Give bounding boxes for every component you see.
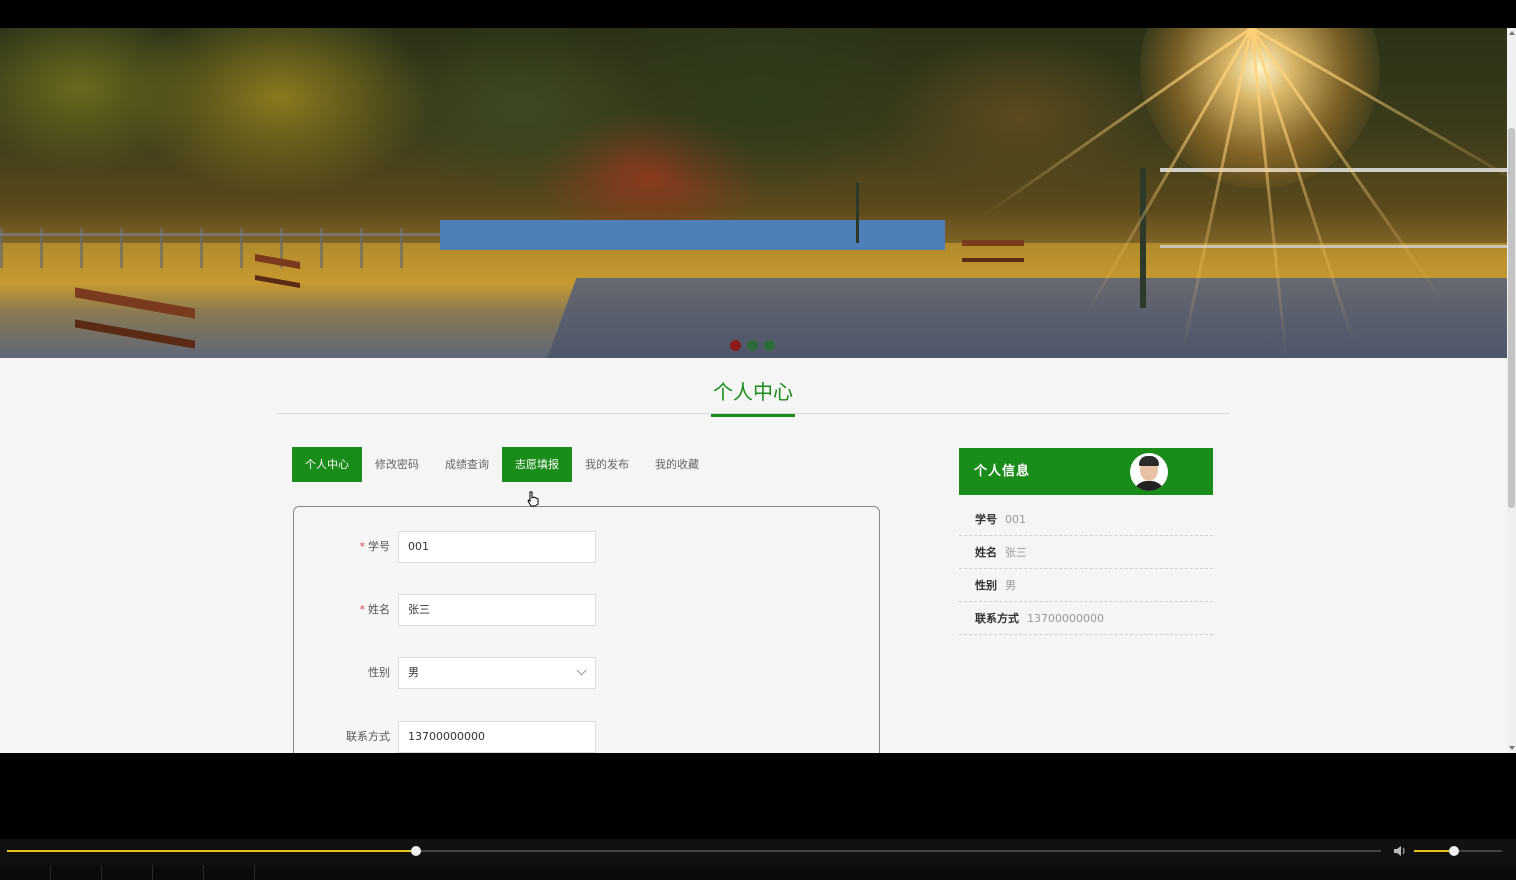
scroll-down-icon[interactable] <box>1509 746 1515 750</box>
taskbar-slot[interactable] <box>102 865 153 880</box>
taskbar-slot[interactable] <box>204 865 255 880</box>
info-row-phone: 联系方式 13700000000 <box>959 602 1213 635</box>
info-row-student-id: 学号 001 <box>959 503 1213 536</box>
volume-fill <box>1414 850 1454 852</box>
taskbar-slot[interactable] <box>0 865 51 880</box>
gender-label: 性别 <box>368 666 390 679</box>
tab-application[interactable]: 志愿填报 <box>502 447 572 482</box>
carousel-indicators <box>730 340 775 351</box>
name-field[interactable]: 张三 <box>398 594 596 626</box>
form-row-gender: 性别 男 <box>294 657 879 689</box>
profile-form: * 学号 001 * 姓名 张三 性别 男 联系方式 13700000000 <box>293 506 880 753</box>
carousel-dot[interactable] <box>730 340 741 351</box>
banner-carousel[interactable] <box>0 28 1507 358</box>
required-mark: * <box>359 540 366 553</box>
form-row-student-id: * 学号 001 <box>294 531 879 563</box>
speaker-icon[interactable] <box>1393 845 1407 857</box>
required-mark: * <box>359 603 366 616</box>
gender-select-value: 男 <box>408 666 419 679</box>
name-label: * 姓名 <box>359 603 391 616</box>
taskbar-strip <box>0 865 1516 880</box>
taskbar-slot[interactable] <box>51 865 102 880</box>
gender-select[interactable]: 男 <box>398 657 596 689</box>
tab-my-posts[interactable]: 我的发布 <box>572 447 642 482</box>
form-row-phone: 联系方式 13700000000 <box>294 721 879 753</box>
carousel-dot[interactable] <box>764 340 775 351</box>
student-id-label: * 学号 <box>359 540 391 553</box>
video-player-bar <box>0 753 1516 880</box>
chevron-down-icon <box>576 665 587 676</box>
carousel-dot[interactable] <box>747 340 758 351</box>
banner-net-pole-far <box>856 183 859 243</box>
form-row-name: * 姓名 张三 <box>294 594 879 626</box>
hand-cursor-icon <box>527 491 539 507</box>
banner-court <box>543 278 1507 358</box>
page-scrollbar[interactable] <box>1507 28 1516 753</box>
phone-field[interactable]: 13700000000 <box>398 721 596 753</box>
video-top-bar <box>0 0 1516 28</box>
scroll-up-icon[interactable] <box>1509 31 1515 35</box>
tab-score-query[interactable]: 成绩查询 <box>432 447 502 482</box>
browser-viewport: 个人中心 个人中心 修改密码 成绩查询 志愿填报 我的发布 我的收藏 * 学号 0… <box>0 28 1516 753</box>
student-id-field[interactable]: 001 <box>398 531 596 563</box>
page-title: 个人中心 <box>711 378 795 417</box>
info-panel-title: 个人信息 <box>974 464 1031 479</box>
tab-my-favorites[interactable]: 我的收藏 <box>642 447 712 482</box>
info-panel-header: 个人信息 <box>959 448 1213 495</box>
progress-handle[interactable] <box>411 846 421 856</box>
banner-net-pole <box>1140 168 1146 308</box>
avatar <box>1130 453 1168 491</box>
banner-blue-fence <box>440 220 945 250</box>
banner-rail-line <box>0 233 440 236</box>
phone-label: 联系方式 <box>346 730 390 743</box>
info-row-name: 姓名 张三 <box>959 536 1213 569</box>
scroll-thumb[interactable] <box>1508 128 1515 508</box>
volume-handle[interactable] <box>1449 846 1459 856</box>
tab-change-password[interactable]: 修改密码 <box>362 447 432 482</box>
profile-tabs: 个人中心 修改密码 成绩查询 志愿填报 我的发布 我的收藏 <box>292 447 712 482</box>
progress-fill <box>7 850 416 852</box>
player-controls <box>0 839 1516 865</box>
banner-bench-far <box>962 240 1024 262</box>
tab-profile[interactable]: 个人中心 <box>292 447 362 482</box>
taskbar-slot[interactable] <box>153 865 204 880</box>
section-heading: 个人中心 <box>277 378 1229 417</box>
info-row-gender: 性别男 <box>959 569 1213 602</box>
